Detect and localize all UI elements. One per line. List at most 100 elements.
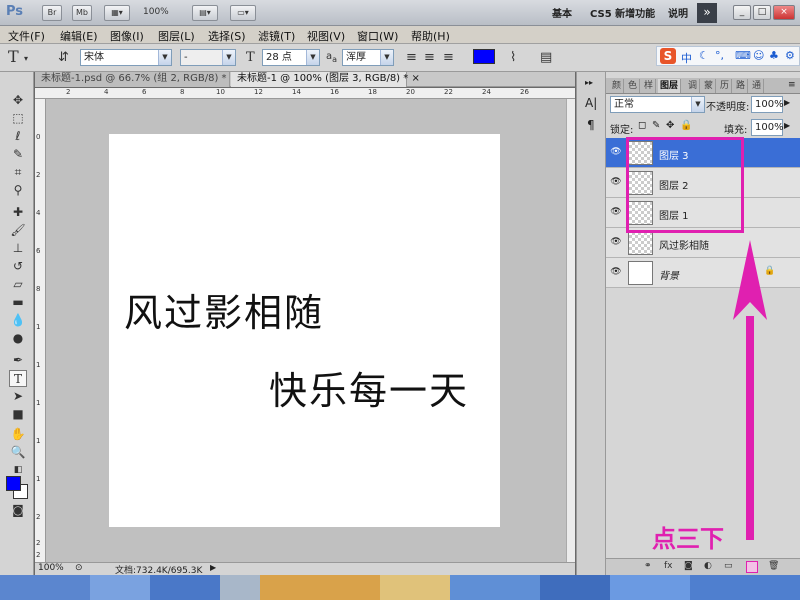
character-panel-icon[interactable]: ▤ — [540, 50, 552, 65]
shape-tool-icon[interactable]: ■ — [9, 406, 27, 423]
tab-masks[interactable]: 蒙 — [702, 79, 717, 93]
workspace-cs5-new[interactable]: CS5 新增功能 — [590, 5, 655, 20]
chevron-right-icon[interactable]: ▶ — [784, 98, 790, 107]
menu-view[interactable]: 视图(V) — [307, 28, 345, 44]
vertical-scrollbar[interactable] — [566, 99, 575, 562]
layer-row-background[interactable]: 👁 背景 🔒 — [606, 258, 800, 288]
canvas-text-line1[interactable]: 风过影相随 — [124, 282, 324, 337]
crop-tool-icon[interactable]: ⌗ — [9, 164, 27, 181]
move-tool-icon[interactable]: ✥ — [9, 92, 27, 109]
workspace-essentials[interactable]: 基本 — [552, 5, 572, 20]
moon-icon[interactable]: ☾ — [699, 49, 709, 62]
path-select-icon[interactable]: ➤ — [9, 388, 27, 405]
menu-layer[interactable]: 图层(L) — [158, 28, 195, 44]
menu-select[interactable]: 选择(S) — [208, 28, 246, 44]
maximize-button[interactable]: □ — [753, 5, 771, 20]
blur-icon[interactable]: 💧 — [9, 312, 27, 329]
healing-brush-icon[interactable]: ✚ — [9, 204, 27, 221]
punctuation-icon[interactable]: °, — [715, 49, 724, 62]
user-icon[interactable]: ☺ — [753, 49, 764, 62]
eye-icon[interactable]: 👁 — [609, 205, 623, 219]
new-layer-icon[interactable] — [746, 561, 758, 573]
tab-paths[interactable]: 路 — [734, 79, 749, 93]
text-orientation-icon[interactable]: ⇵ — [58, 50, 69, 65]
panel-menu-icon[interactable]: ≡ — [788, 80, 796, 90]
marquee-tool-icon[interactable]: ⬚ — [9, 110, 27, 127]
lasso-tool-icon[interactable]: ℓ — [9, 128, 27, 145]
tools-icon[interactable]: ⚙ — [785, 49, 795, 62]
close-icon[interactable]: × — [411, 73, 419, 84]
hand-tool-icon[interactable]: ✋ — [9, 426, 27, 443]
close-button[interactable]: × — [773, 5, 795, 20]
skin-icon[interactable]: ♣ — [769, 49, 779, 62]
menu-file[interactable]: 文件(F) — [8, 28, 45, 44]
eraser-icon[interactable]: ▱ — [9, 276, 27, 293]
align-center-icon[interactable]: ≡ — [424, 50, 435, 65]
warp-text-icon[interactable]: ⌇ — [510, 50, 516, 65]
adjustment-layer-icon[interactable]: ◐ — [704, 561, 712, 571]
lock-position-icon[interactable]: ✥ — [666, 120, 674, 131]
sogou-logo-icon[interactable]: S — [660, 48, 676, 64]
antialias-select[interactable]: 浑厚 ▼ — [342, 49, 394, 66]
menu-edit[interactable]: 编辑(E) — [60, 28, 98, 44]
eye-icon[interactable]: 👁 — [609, 265, 623, 279]
layer-style-icon[interactable]: fx — [664, 561, 673, 571]
quick-mask-icon[interactable]: ◙ — [9, 502, 27, 519]
tab-channels[interactable]: 通 — [750, 79, 765, 93]
blend-mode-select[interactable]: 正常 ▼ — [610, 96, 705, 113]
lock-pixels-icon[interactable]: ✎ — [652, 120, 660, 131]
document-canvas[interactable]: 风过影相随 快乐每一天 — [109, 134, 500, 527]
menu-window[interactable]: 窗口(W) — [357, 28, 398, 44]
mini-bridge-button[interactable]: Mb — [72, 5, 92, 21]
align-right-icon[interactable]: ≡ — [443, 50, 454, 65]
font-style-select[interactable]: - ▼ — [180, 49, 236, 66]
more-workspaces-button[interactable]: » — [697, 3, 717, 23]
menu-help[interactable]: 帮助(H) — [411, 28, 450, 44]
brush-tool-icon[interactable]: 🖌 — [9, 222, 27, 239]
text-color-swatch[interactable] — [473, 49, 495, 64]
gradient-icon[interactable]: ▬ — [9, 294, 27, 311]
delete-layer-icon[interactable]: 🗑 — [768, 561, 779, 571]
lock-all-icon[interactable]: 🔒 — [680, 120, 692, 131]
menu-image[interactable]: 图像(I) — [110, 28, 144, 44]
preset-arrow-icon[interactable]: ▾ — [24, 54, 28, 63]
tab-history[interactable]: 历 — [718, 79, 733, 93]
minimize-button[interactable]: _ — [733, 5, 751, 20]
pen-tool-icon[interactable]: ✒ — [9, 352, 27, 369]
tab-document-2[interactable]: 未标题-1 @ 100% (图层 3, RGB/8) * × — [231, 72, 420, 87]
zoom-tool-icon[interactable]: 🔍 — [9, 444, 27, 461]
status-zoom[interactable]: 100% — [38, 563, 64, 573]
paragraph-panel-icon[interactable]: ¶ — [587, 118, 595, 132]
opacity-input[interactable]: 100% — [751, 96, 784, 113]
ime-mode-label[interactable]: 中 — [681, 50, 692, 66]
status-arrow-icon[interactable]: ▶ — [210, 563, 216, 572]
clone-stamp-icon[interactable]: ⊥ — [9, 240, 27, 257]
foreground-color[interactable] — [6, 476, 21, 491]
menu-filter[interactable]: 滤镜(T) — [258, 28, 295, 44]
fill-input[interactable]: 100% — [751, 119, 784, 136]
eyedropper-icon[interactable]: ⚲ — [9, 182, 27, 199]
chevron-right-icon[interactable]: ▶ — [784, 121, 790, 130]
dodge-icon[interactable]: ● — [9, 330, 27, 347]
status-menu-icon[interactable]: ⊙ — [75, 563, 83, 573]
link-layers-icon[interactable]: ⚭ — [644, 561, 652, 571]
quick-select-icon[interactable]: ✎ — [9, 146, 27, 163]
collapse-icon[interactable]: ▸▸ — [585, 78, 593, 87]
font-family-select[interactable]: 宋体 ▼ — [80, 49, 172, 66]
canvas-text-line2[interactable]: 快乐每一天 — [269, 360, 469, 415]
tab-layers[interactable]: 图层 — [658, 79, 682, 93]
workspace-help[interactable]: 说明 — [668, 5, 688, 20]
layer-mask-icon[interactable]: ◙ — [684, 561, 693, 571]
tab-document-1[interactable]: 未标题-1.psd @ 66.7% (组 2, RGB/8) * × — [35, 72, 238, 87]
tab-styles[interactable]: 样 — [642, 79, 657, 93]
font-size-select[interactable]: 28 点 ▼ — [262, 49, 320, 66]
view-extras-button[interactable]: ▦▾ — [104, 5, 130, 21]
tab-color[interactable]: 颜 — [610, 79, 625, 93]
eye-icon[interactable]: 👁 — [609, 235, 623, 249]
lock-transparency-icon[interactable]: ◻ — [638, 120, 646, 131]
character-panel-icon[interactable]: A| — [585, 96, 597, 110]
type-tool-icon[interactable]: T — [9, 370, 27, 387]
eye-icon[interactable]: 👁 — [609, 145, 623, 159]
new-group-icon[interactable]: ▭ — [724, 561, 733, 571]
bridge-button[interactable]: Br — [42, 5, 62, 21]
